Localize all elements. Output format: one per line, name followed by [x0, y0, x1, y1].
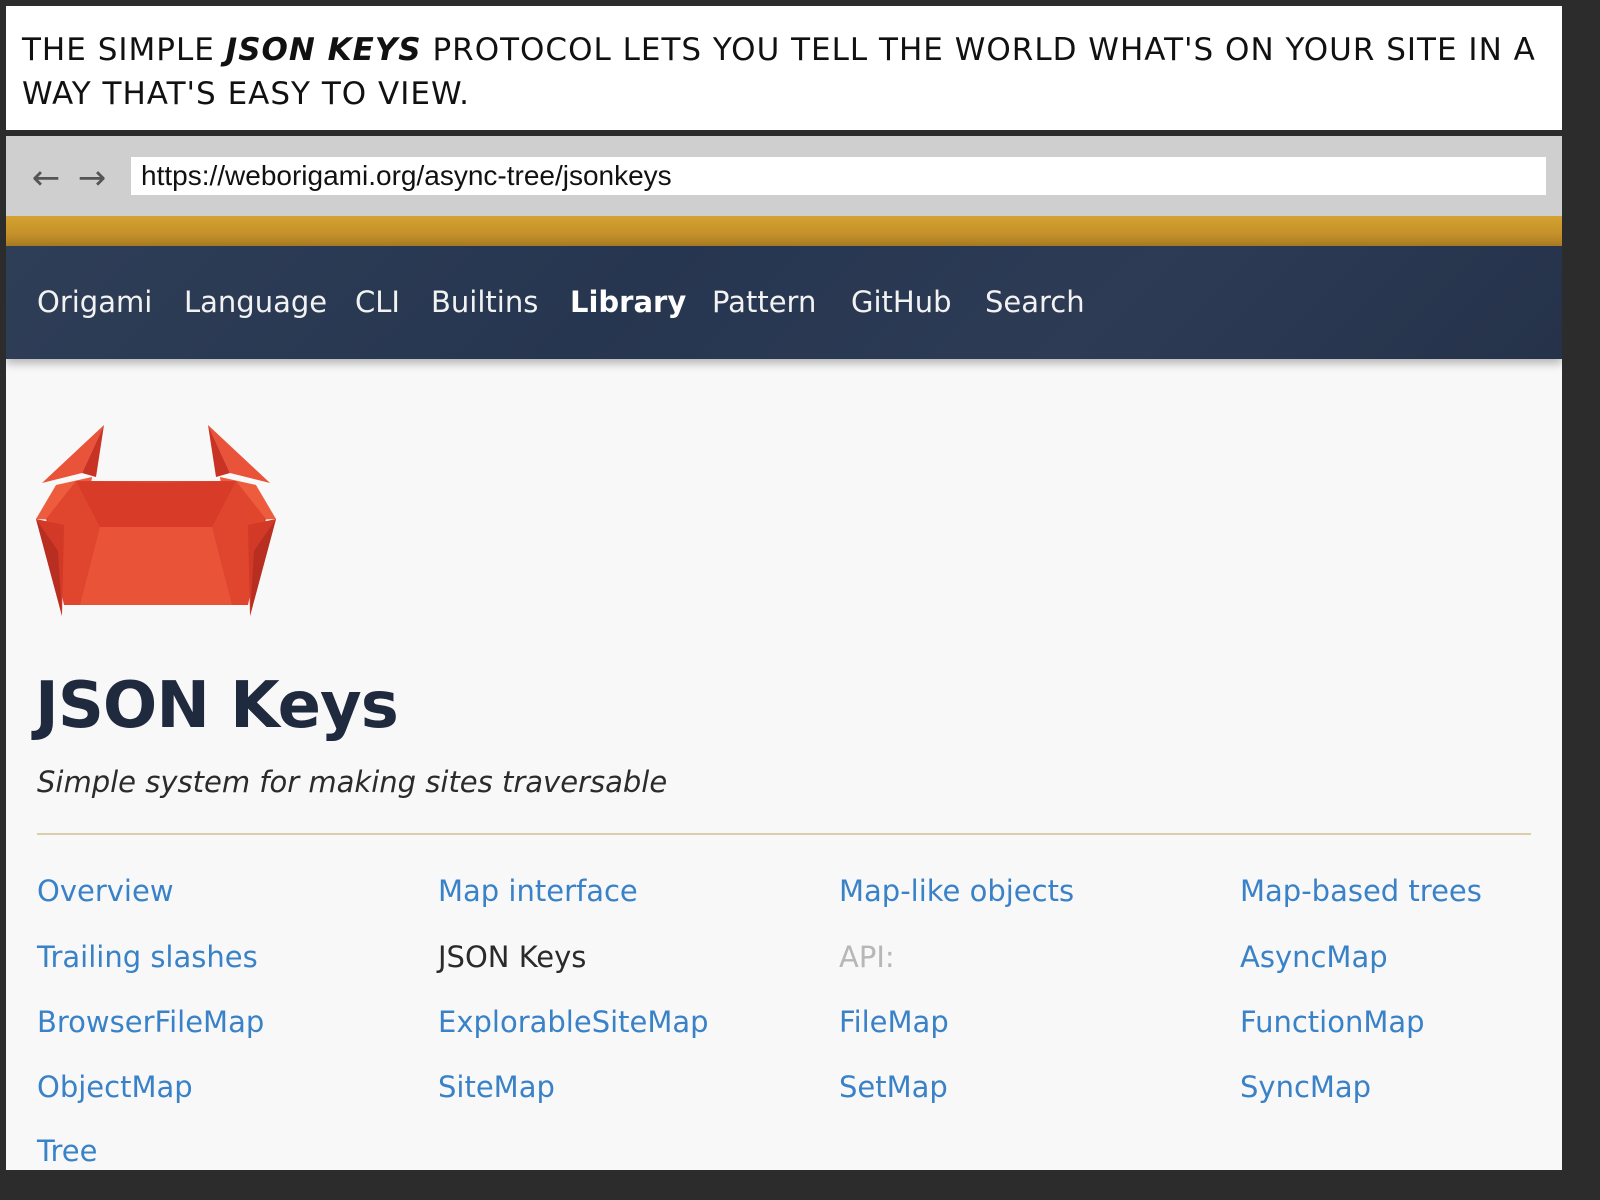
origami-crab-logo [36, 425, 276, 616]
nav-item-library[interactable]: Library [570, 246, 686, 359]
link-map-interface[interactable]: Map interface [438, 861, 638, 921]
link-setmap[interactable]: SetMap [839, 1057, 948, 1117]
link-syncmap[interactable]: SyncMap [1240, 1057, 1371, 1117]
back-button[interactable]: ← [26, 158, 66, 198]
caption-text-before: The simple [22, 32, 226, 68]
nav-item-origami[interactable]: Origami [37, 246, 152, 359]
caption-panel: The simple JSON Keys protocol lets you t… [6, 6, 1562, 130]
page-title: JSON Keys [35, 669, 399, 743]
link-asyncmap[interactable]: AsyncMap [1240, 927, 1388, 987]
address-bar[interactable]: https://weborigami.org/async-tree/jsonke… [131, 157, 1546, 195]
link-overview[interactable]: Overview [37, 861, 174, 921]
nav-item-search[interactable]: Search [985, 246, 1085, 359]
nav-item-cli[interactable]: CLI [355, 246, 400, 359]
forward-button[interactable]: → [72, 158, 112, 198]
link-trailing-slashes[interactable]: Trailing slashes [37, 927, 258, 987]
nav-item-builtins[interactable]: Builtins [431, 246, 538, 359]
link-filemap[interactable]: FileMap [839, 992, 949, 1052]
browser-toolbar: ← → https://weborigami.org/async-tree/js… [6, 136, 1562, 216]
link-browserfilemap[interactable]: BrowserFileMap [37, 992, 264, 1052]
browser-window: ← → https://weborigami.org/async-tree/js… [6, 136, 1562, 1170]
arrow-right-icon: → [77, 158, 107, 198]
link-sitemap[interactable]: SiteMap [438, 1057, 555, 1117]
site-nav: Origami Language CLI Builtins Library Pa… [6, 246, 1562, 359]
link-objectmap[interactable]: ObjectMap [37, 1057, 193, 1117]
nav-item-pattern[interactable]: Pattern [712, 246, 816, 359]
link-functionmap[interactable]: FunctionMap [1240, 992, 1425, 1052]
caption-text: The simple JSON Keys protocol lets you t… [22, 28, 1546, 116]
link-explorablesitemap[interactable]: ExplorableSiteMap [438, 992, 709, 1052]
link-map-like-objects[interactable]: Map-like objects [839, 861, 1074, 921]
page-subtitle: Simple system for making sites traversab… [37, 765, 668, 799]
link-map-based-trees[interactable]: Map-based trees [1240, 861, 1482, 921]
library-link-grid: Overview Map interface Map-like objects … [37, 861, 1547, 1170]
divider [37, 833, 1531, 835]
nav-item-language[interactable]: Language [184, 246, 327, 359]
arrow-left-icon: ← [31, 158, 61, 198]
api-section-label: API: [839, 940, 895, 974]
caption-text-emphasis: JSON Keys [225, 32, 422, 68]
current-page-json-keys: JSON Keys [438, 940, 587, 974]
header-gold-band [6, 216, 1562, 246]
nav-item-github[interactable]: GitHub [851, 246, 952, 359]
link-tree[interactable]: Tree [37, 1121, 97, 1170]
